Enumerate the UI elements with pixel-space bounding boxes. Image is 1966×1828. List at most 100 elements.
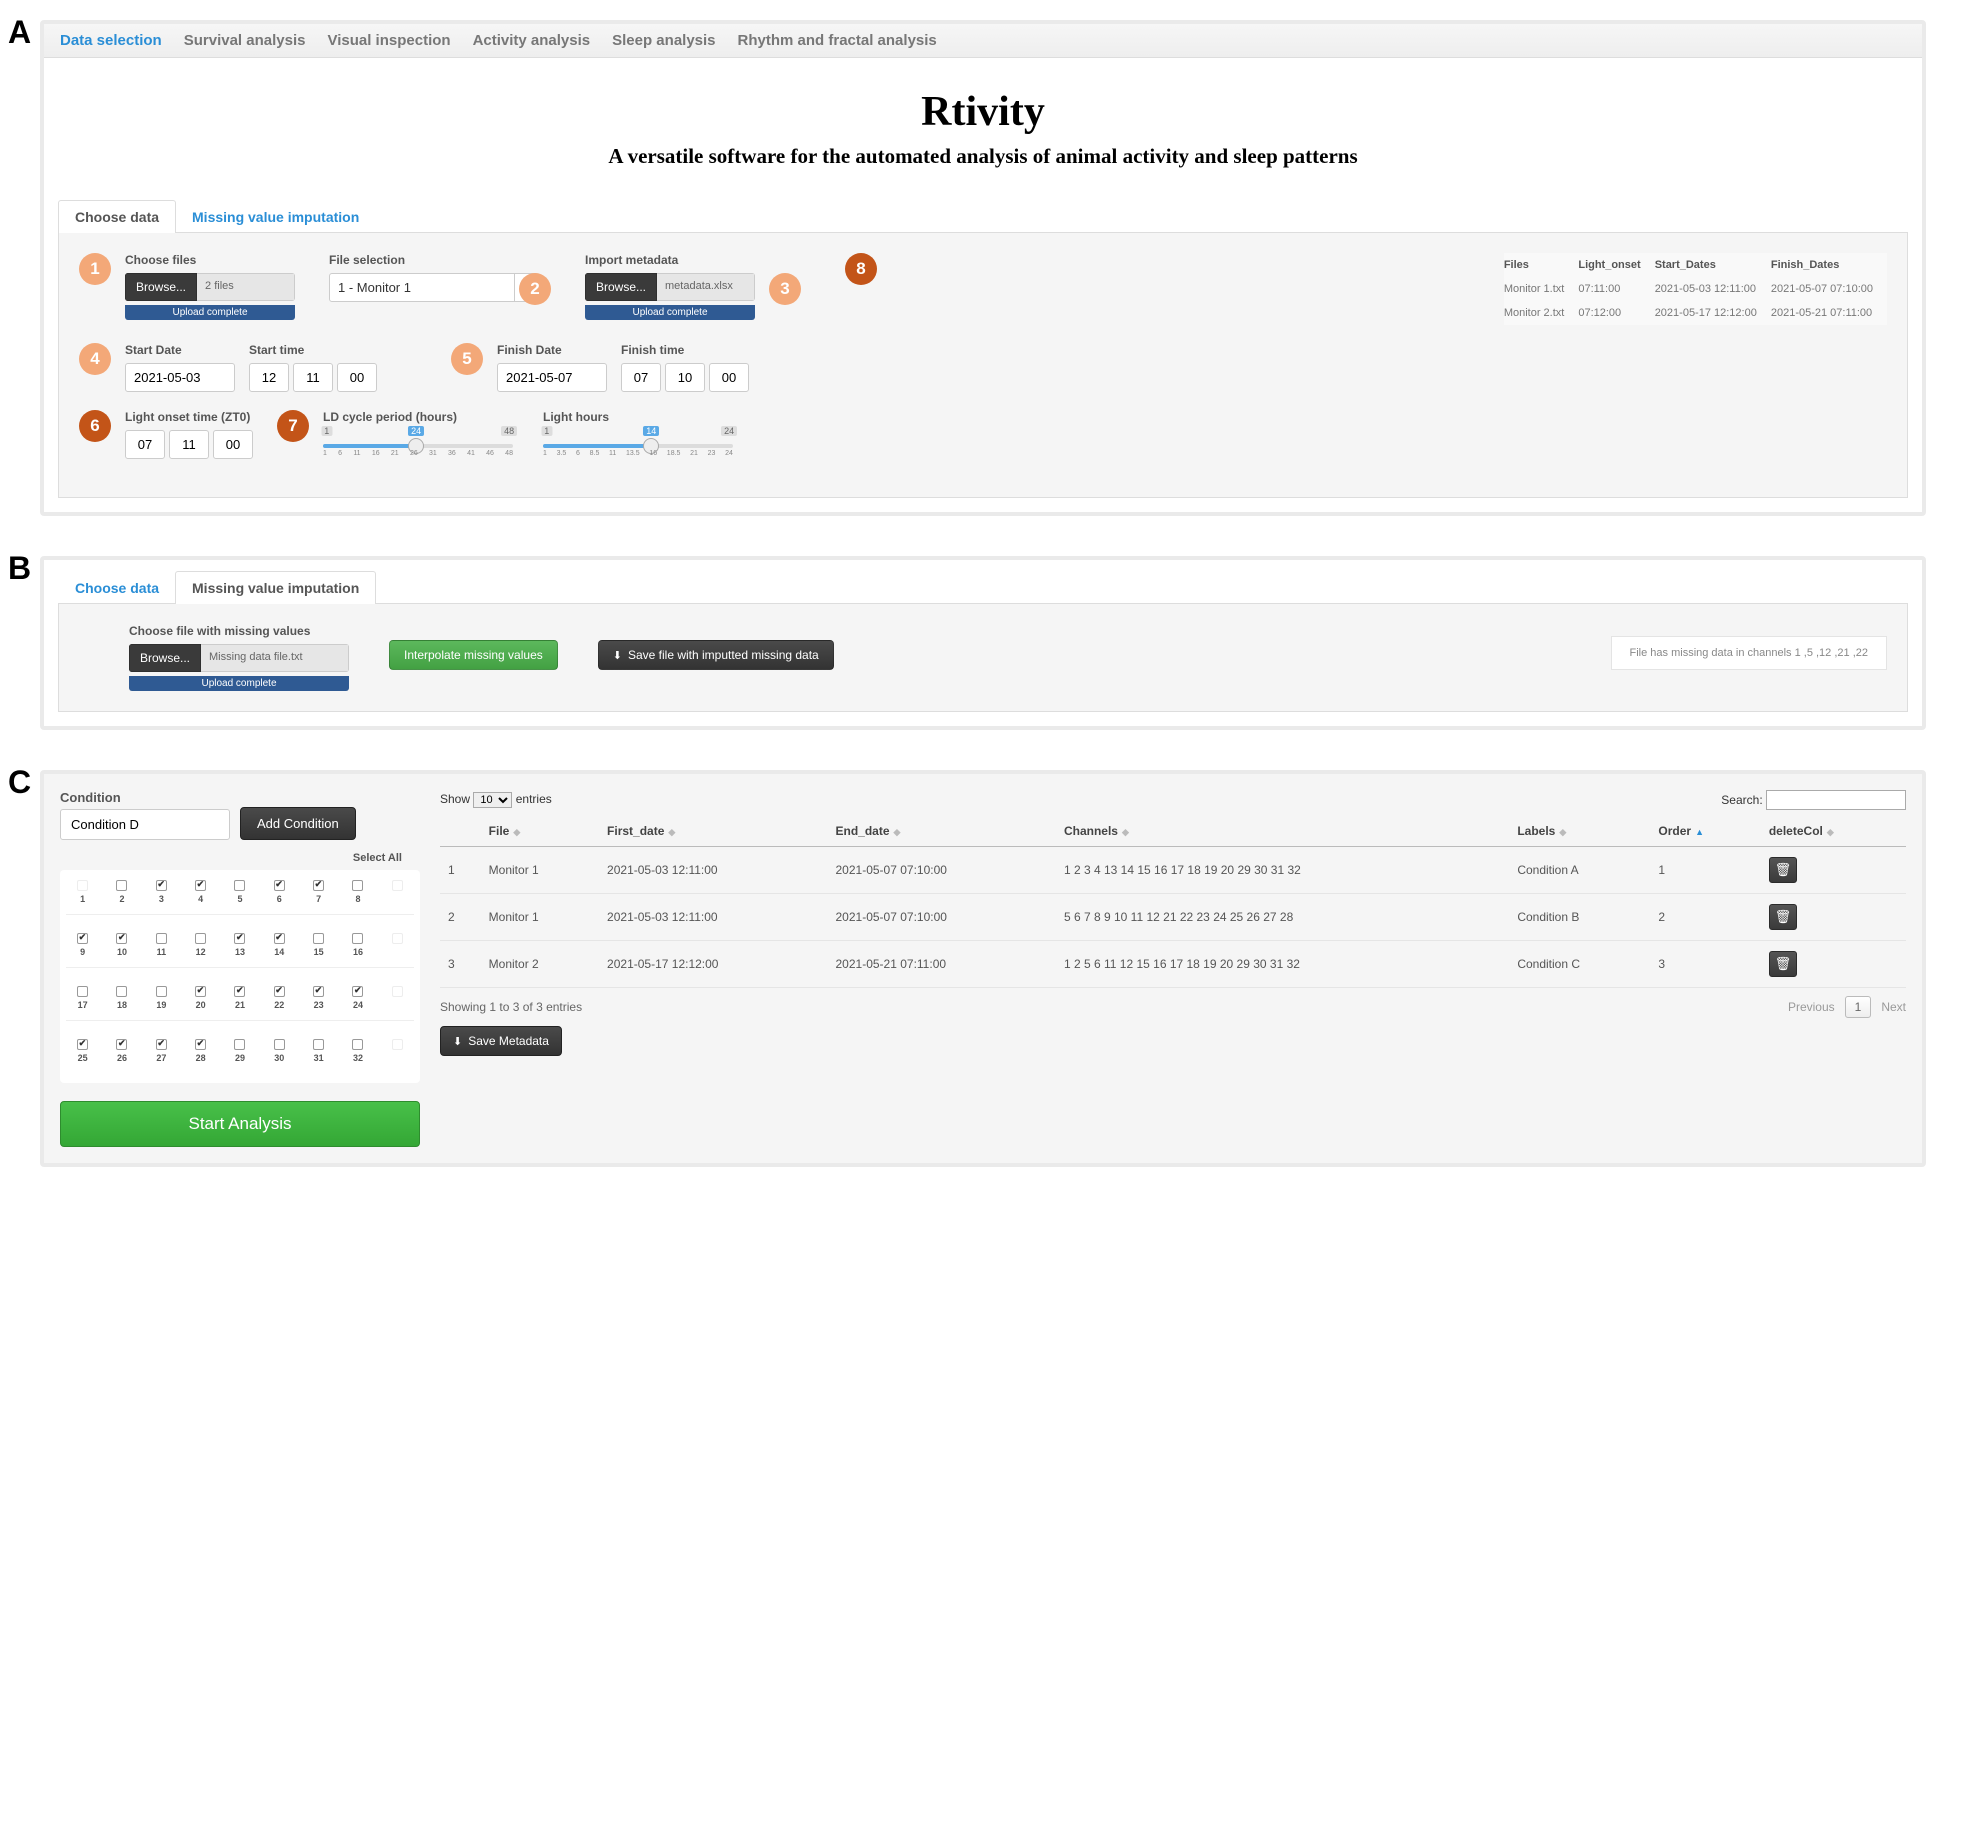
channel-checkbox[interactable] — [352, 986, 363, 997]
nav-item[interactable]: Sleep analysis — [612, 32, 715, 49]
channel-checkbox[interactable] — [77, 933, 88, 944]
channel-checkbox[interactable] — [313, 880, 324, 891]
select-all-link[interactable]: Select All — [60, 848, 420, 870]
channel-checkbox[interactable] — [156, 1039, 167, 1050]
finish-time-h[interactable] — [621, 363, 661, 392]
channel-checkbox[interactable] — [77, 1039, 88, 1050]
channel-checkbox[interactable] — [77, 986, 88, 997]
channel-cell: 1 — [66, 880, 99, 904]
upload-progress: Upload complete — [129, 676, 349, 691]
tab-choose-data[interactable]: Choose data — [58, 200, 176, 233]
table-row: 1Monitor 12021-05-03 12:11:002021-05-07 … — [440, 847, 1906, 894]
file-selection-select[interactable]: 1 - Monitor 1 — [329, 273, 539, 302]
start-date-input[interactable] — [125, 363, 235, 392]
table-header[interactable]: Channels◆ — [1056, 816, 1509, 847]
start-time-s[interactable] — [337, 363, 377, 392]
channel-checkbox[interactable] — [195, 880, 206, 891]
channel-checkbox[interactable] — [195, 986, 206, 997]
channel-cell — [381, 880, 414, 904]
finish-date-input[interactable] — [497, 363, 607, 392]
start-analysis-button[interactable]: Start Analysis — [60, 1101, 420, 1147]
add-condition-button[interactable]: Add Condition — [240, 807, 356, 840]
finish-time-m[interactable] — [665, 363, 705, 392]
prev-button[interactable]: Previous — [1788, 1000, 1835, 1014]
channel-row: 1718192021222324 — [66, 986, 414, 1021]
figure-label-a: A — [8, 14, 31, 51]
table-header[interactable] — [440, 816, 481, 847]
channel-checkbox[interactable] — [313, 933, 324, 944]
tab-missing-imputation[interactable]: Missing value imputation — [175, 200, 376, 233]
metadata-browse[interactable]: Browse... metadata.xlsx — [585, 273, 755, 301]
channel-number: 12 — [196, 947, 206, 957]
zt0-s[interactable] — [213, 430, 253, 459]
channel-checkbox[interactable] — [116, 880, 127, 891]
channel-cell: 24 — [341, 986, 374, 1010]
delete-row-button[interactable]: 🗑 — [1769, 904, 1797, 930]
delete-row-button[interactable]: 🗑 — [1769, 857, 1797, 883]
browse-button[interactable]: Browse... — [125, 273, 197, 301]
next-button[interactable]: Next — [1881, 1000, 1906, 1014]
entries-select[interactable]: 10 — [473, 792, 512, 808]
table-header[interactable]: End_date◆ — [828, 816, 1056, 847]
channel-checkbox[interactable] — [352, 933, 363, 944]
light-slider-group: Light hours 1 14 24 13.568.51113.51618.5… — [543, 410, 733, 456]
missing-info: File has missing data in channels 1 ,5 ,… — [1611, 636, 1887, 670]
choose-files-browse[interactable]: Browse... 2 files — [125, 273, 295, 301]
channel-checkbox[interactable] — [234, 986, 245, 997]
channel-number: 4 — [198, 894, 203, 904]
show-label: Show — [440, 792, 470, 806]
channel-checkbox[interactable] — [116, 1039, 127, 1050]
missing-browse[interactable]: Browse... Missing data file.txt — [129, 644, 349, 672]
entries-label: entries — [516, 792, 552, 806]
table-header[interactable]: Order▲ — [1650, 816, 1760, 847]
save-metadata-button[interactable]: Save Metadata — [440, 1026, 562, 1056]
table-header[interactable]: Labels◆ — [1509, 816, 1650, 847]
channel-checkbox[interactable] — [234, 880, 245, 891]
browse-button[interactable]: Browse... — [585, 273, 657, 301]
zt0-h[interactable] — [125, 430, 165, 459]
channel-checkbox[interactable] — [156, 880, 167, 891]
channel-checkbox[interactable] — [274, 880, 285, 891]
page-number[interactable]: 1 — [1845, 996, 1872, 1018]
nav-item[interactable]: Activity analysis — [473, 32, 591, 49]
nav-item[interactable]: Survival analysis — [184, 32, 306, 49]
table-header[interactable]: File◆ — [481, 816, 599, 847]
start-time-label: Start time — [249, 343, 377, 357]
nav-item[interactable]: Visual inspection — [327, 32, 450, 49]
channel-checkbox[interactable] — [116, 933, 127, 944]
channel-checkbox[interactable] — [234, 933, 245, 944]
interpolate-button[interactable]: Interpolate missing values — [389, 640, 558, 670]
ld-slider[interactable]: 1 24 48 16111621263136414648 — [323, 430, 513, 456]
channel-checkbox[interactable] — [313, 1039, 324, 1050]
delete-row-button[interactable]: 🗑 — [1769, 951, 1797, 977]
channel-checkbox[interactable] — [195, 933, 206, 944]
nav-item[interactable]: Rhythm and fractal analysis — [738, 32, 937, 49]
channel-checkbox[interactable] — [274, 1039, 285, 1050]
finish-time-s[interactable] — [709, 363, 749, 392]
channel-checkbox[interactable] — [274, 933, 285, 944]
tab-choose-data[interactable]: Choose data — [58, 571, 176, 604]
start-time-m[interactable] — [293, 363, 333, 392]
ld-value-badge: 24 — [408, 426, 424, 436]
channel-checkbox[interactable] — [116, 986, 127, 997]
light-slider[interactable]: 1 14 24 13.568.51113.51618.5212324 — [543, 430, 733, 456]
channel-checkbox[interactable] — [156, 986, 167, 997]
search-input[interactable] — [1766, 790, 1906, 810]
start-time-h[interactable] — [249, 363, 289, 392]
table-header[interactable]: deleteCol◆ — [1761, 816, 1906, 847]
tab-missing-imputation[interactable]: Missing value imputation — [175, 571, 376, 604]
table-header[interactable]: First_date◆ — [599, 816, 827, 847]
save-imputed-button[interactable]: Save file with imputted missing data — [598, 640, 834, 670]
channel-checkbox[interactable] — [352, 880, 363, 891]
channel-checkbox[interactable] — [156, 933, 167, 944]
channel-checkbox[interactable] — [352, 1039, 363, 1050]
browse-button[interactable]: Browse... — [129, 644, 201, 672]
channel-checkbox[interactable] — [234, 1039, 245, 1050]
zt0-m[interactable] — [169, 430, 209, 459]
nav-item[interactable]: Data selection — [60, 32, 162, 49]
channel-checkbox[interactable] — [274, 986, 285, 997]
metadata-preview-table: FilesLight_onsetStart_DatesFinish_Dates … — [1504, 253, 1887, 325]
channel-checkbox[interactable] — [313, 986, 324, 997]
channel-checkbox[interactable] — [195, 1039, 206, 1050]
condition-input[interactable] — [60, 809, 230, 840]
